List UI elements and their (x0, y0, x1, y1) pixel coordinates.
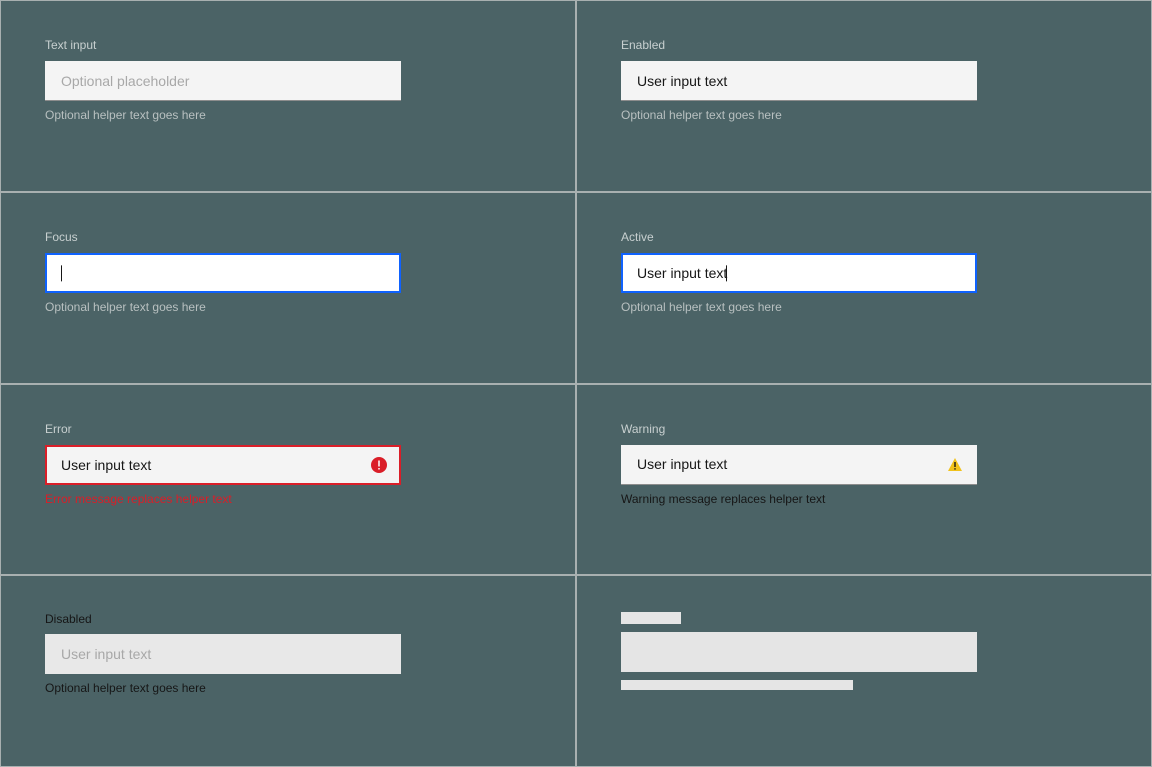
skeleton-label (621, 612, 681, 624)
error-icon (371, 457, 387, 473)
field-label: Disabled (45, 612, 531, 626)
state-active: Active Optional helper text goes here (576, 192, 1152, 384)
helper-text: Optional helper text goes here (45, 107, 531, 123)
field-wrap (621, 253, 977, 293)
field-label: Active (621, 229, 1107, 245)
field-wrap (45, 634, 401, 674)
text-input-states-grid: Text input Optional helper text goes her… (0, 0, 1152, 767)
state-error: Error Error message replaces helper text (0, 384, 576, 576)
text-input[interactable] (621, 445, 977, 485)
text-input (45, 634, 401, 674)
state-focus: Focus Optional helper text goes here (0, 192, 576, 384)
field-wrap (621, 61, 977, 101)
field-label: Enabled (621, 37, 1107, 53)
field-label: Focus (45, 229, 531, 245)
state-disabled: Disabled Optional helper text goes here (0, 575, 576, 767)
text-input[interactable] (45, 253, 401, 293)
field-wrap (621, 445, 977, 485)
field-label: Error (45, 421, 531, 437)
field-label: Text input (45, 37, 531, 53)
helper-text: Optional helper text goes here (45, 680, 531, 696)
skeleton-input (621, 632, 977, 672)
state-skeleton (576, 575, 1152, 767)
warning-icon (947, 457, 963, 473)
helper-text: Error message replaces helper text (45, 491, 531, 507)
helper-text: Optional helper text goes here (621, 107, 1107, 123)
text-input[interactable] (621, 61, 977, 101)
field-wrap (45, 253, 401, 293)
text-input[interactable] (621, 253, 977, 293)
field-wrap (45, 61, 401, 101)
text-input[interactable] (45, 61, 401, 101)
helper-text: Optional helper text goes here (621, 299, 1107, 315)
state-enabled: Enabled Optional helper text goes here (576, 0, 1152, 192)
helper-text: Warning message replaces helper text (621, 491, 1107, 507)
field-wrap (45, 445, 401, 485)
skeleton-helper (621, 680, 853, 690)
helper-text: Optional helper text goes here (45, 299, 531, 315)
field-label: Warning (621, 421, 1107, 437)
text-input[interactable] (45, 445, 401, 485)
state-warning: Warning Warning message replaces helper … (576, 384, 1152, 576)
state-default: Text input Optional helper text goes her… (0, 0, 576, 192)
